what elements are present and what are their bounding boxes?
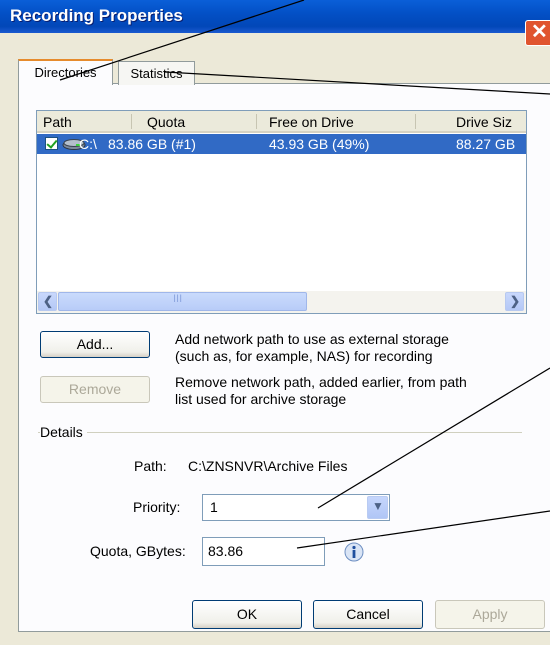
scroll-right-button[interactable]: ❯ xyxy=(505,292,524,311)
details-group-label: Details xyxy=(40,424,87,440)
column-divider[interactable] xyxy=(131,114,132,129)
ok-button[interactable]: OK xyxy=(192,600,302,629)
remove-description-line1: Remove network path, added earlier, from… xyxy=(175,374,467,390)
quota-input[interactable] xyxy=(203,538,327,563)
row-free-on-drive: 43.93 GB (49%) xyxy=(269,136,370,152)
column-header-free-on-drive[interactable]: Free on Drive xyxy=(269,114,354,130)
add-description-line2: (such as, for example, NAS) for recordin… xyxy=(175,348,433,364)
scroll-thumb[interactable]: III xyxy=(58,292,307,311)
tab-statistics-label: Statistics xyxy=(130,66,183,81)
chevron-down-icon: ▼ xyxy=(372,499,384,513)
quota-field[interactable] xyxy=(202,537,327,566)
details-group-divider xyxy=(38,432,522,433)
row-quota: 83.86 GB (#1) xyxy=(108,136,196,152)
close-icon: ✕ xyxy=(531,21,548,43)
path-label: Path: xyxy=(134,458,167,474)
tab-directories-label: Directories xyxy=(34,65,97,80)
column-header-path[interactable]: Path xyxy=(43,114,72,130)
cancel-button[interactable]: Cancel xyxy=(313,600,423,629)
list-header: Path Quota Free on Drive Drive Siz xyxy=(37,111,526,133)
priority-label: Priority: xyxy=(133,499,181,515)
priority-select[interactable]: 1 ▼ xyxy=(202,494,390,521)
ok-button-label: OK xyxy=(236,606,258,622)
quota-label: Quota, GBytes: xyxy=(90,543,186,559)
table-row[interactable]: C:\ 83.86 GB (#1) 43.93 GB (49%) 88.27 G… xyxy=(37,134,526,154)
chevron-right-icon: ❯ xyxy=(510,294,521,308)
add-button[interactable]: Add... xyxy=(40,331,150,358)
add-description: Add network path to use as external stor… xyxy=(175,331,449,365)
scroll-left-button[interactable]: ❮ xyxy=(38,292,57,311)
remove-button-label: Remove xyxy=(68,381,122,397)
column-header-quota[interactable]: Quota xyxy=(147,114,185,130)
close-button[interactable]: ✕ xyxy=(525,20,550,46)
column-header-drive-size[interactable]: Drive Siz xyxy=(456,114,512,130)
chevron-left-icon: ❮ xyxy=(43,294,54,308)
tab-directories[interactable]: Directories xyxy=(18,59,113,85)
priority-dropdown-button[interactable]: ▼ xyxy=(367,496,388,519)
info-icon[interactable] xyxy=(343,541,365,563)
cancel-button-label: Cancel xyxy=(346,606,390,622)
column-divider[interactable] xyxy=(256,114,257,129)
window-title: Recording Properties xyxy=(10,6,183,25)
apply-button-label: Apply xyxy=(472,606,508,622)
remove-description-line2: list used for archive storage xyxy=(175,391,347,407)
remove-button[interactable]: Remove xyxy=(40,376,150,403)
row-path: C:\ xyxy=(79,136,97,152)
directories-list[interactable]: Path Quota Free on Drive Drive Siz C:\ 8… xyxy=(36,110,527,314)
path-value: C:\ZNSNVR\Archive Files xyxy=(188,458,348,474)
title-bar[interactable]: Recording Properties xyxy=(0,0,550,33)
add-description-line1: Add network path to use as external stor… xyxy=(175,331,449,347)
add-button-label: Add... xyxy=(76,336,114,352)
priority-value: 1 xyxy=(210,499,218,515)
recording-properties-window: Recording Properties ✕ Directories Stati… xyxy=(0,0,550,645)
tab-statistics[interactable]: Statistics xyxy=(118,61,195,85)
row-drive-size: 88.27 GB xyxy=(456,136,516,152)
scroll-grip: III xyxy=(173,293,183,305)
row-checkbox[interactable] xyxy=(45,137,58,150)
apply-button[interactable]: Apply xyxy=(435,600,545,629)
column-divider[interactable] xyxy=(415,114,416,129)
remove-description: Remove network path, added earlier, from… xyxy=(175,374,467,408)
horizontal-scrollbar[interactable]: ❮ III ❯ xyxy=(37,291,526,313)
